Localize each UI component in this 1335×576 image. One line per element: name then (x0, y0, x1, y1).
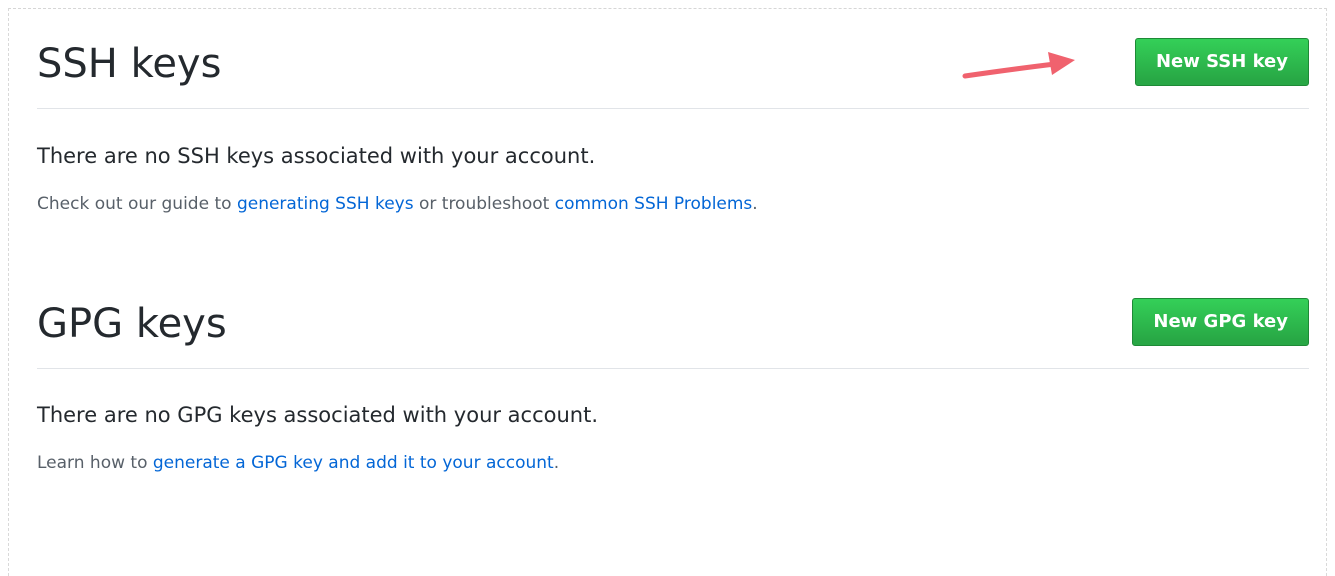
ssh-keys-help-text: Check out our guide to generating SSH ke… (37, 192, 1309, 216)
new-gpg-key-button[interactable]: New GPG key (1132, 298, 1309, 346)
ssh-help-middle: or troubleshoot (413, 194, 555, 214)
gpg-keys-subhead: GPG keys New GPG key (37, 296, 1309, 369)
generate-gpg-key-link[interactable]: generate a GPG key and add it to your ac… (153, 453, 554, 473)
frame-left-border (8, 8, 9, 576)
common-ssh-problems-link[interactable]: common SSH Problems (555, 194, 753, 214)
gpg-help-prefix: Learn how to (37, 453, 153, 473)
gpg-keys-section: GPG keys New GPG key There are no GPG ke… (37, 296, 1309, 475)
ssh-keys-heading: SSH keys (37, 41, 222, 87)
frame-right-border (1326, 8, 1327, 576)
gpg-keys-help-text: Learn how to generate a GPG key and add … (37, 451, 1309, 475)
generating-ssh-keys-link[interactable]: generating SSH keys (237, 194, 414, 214)
ssh-keys-section: SSH keys New SSH key There are no SSH ke… (37, 36, 1309, 216)
ssh-keys-subhead: SSH keys New SSH key (37, 36, 1309, 109)
gpg-help-suffix: . (553, 453, 560, 473)
gpg-keys-heading: GPG keys (37, 301, 227, 347)
ssh-keys-empty-message: There are no SSH keys associated with yo… (37, 144, 596, 168)
ssh-help-suffix: . (752, 194, 758, 214)
new-ssh-key-button[interactable]: New SSH key (1134, 38, 1309, 86)
frame-top-border (8, 8, 1327, 9)
arrow-right-icon (962, 52, 1075, 79)
ssh-help-prefix: Check out our guide to (37, 194, 237, 214)
gpg-keys-empty-message: There are no GPG keys associated with yo… (37, 403, 599, 427)
